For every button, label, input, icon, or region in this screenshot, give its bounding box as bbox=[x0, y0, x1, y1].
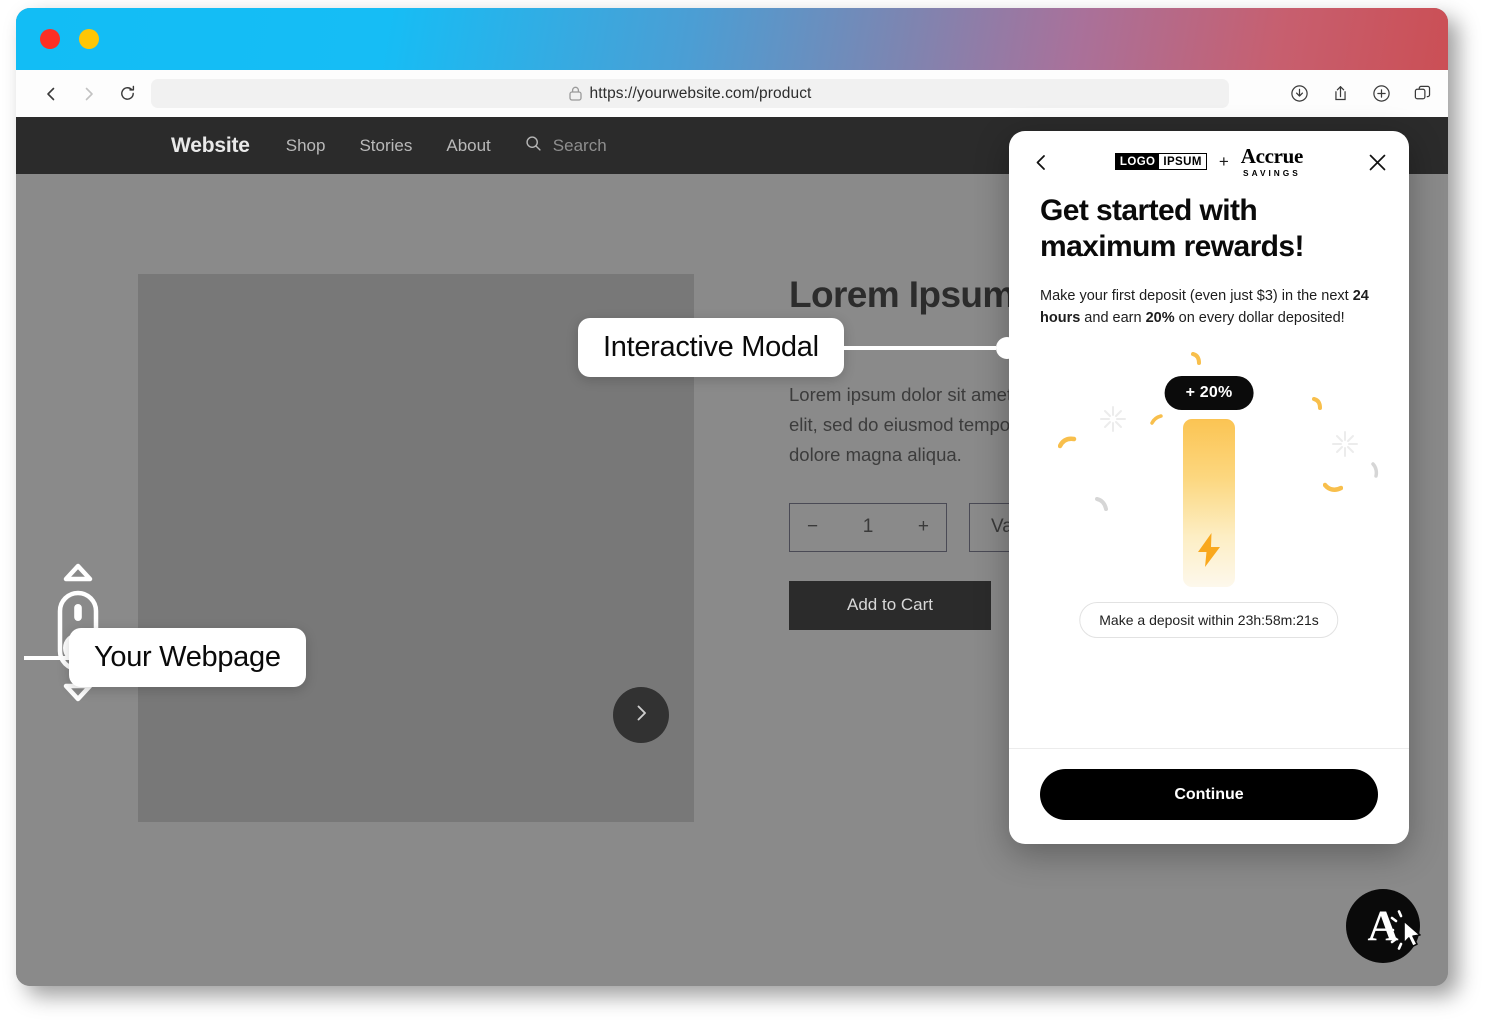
browser-window: https://yourwebsite.com/product Website … bbox=[16, 8, 1448, 986]
traffic-lights bbox=[40, 29, 99, 49]
add-to-cart-button[interactable]: Add to Cart bbox=[789, 580, 991, 630]
rewards-illustration: + 20% Make a deposit within 23h:58m:21s bbox=[1040, 334, 1379, 748]
browser-toolbar: https://yourwebsite.com/product bbox=[16, 70, 1448, 117]
site-search[interactable]: Search bbox=[525, 135, 607, 157]
lightning-bolt-icon bbox=[1194, 532, 1224, 573]
confetti-piece bbox=[1312, 396, 1322, 410]
quantity-value: 1 bbox=[862, 516, 874, 538]
url-text: https://yourwebsite.com/product bbox=[589, 84, 812, 102]
confetti-piece bbox=[1371, 462, 1379, 478]
address-bar[interactable]: https://yourwebsite.com/product bbox=[151, 79, 1229, 108]
browser-nav-buttons bbox=[40, 83, 138, 105]
accrue-logo: Accrue SAVINGS bbox=[1240, 144, 1304, 179]
minimize-window-button[interactable] bbox=[79, 29, 99, 49]
callout-interactive-modal: Interactive Modal bbox=[578, 318, 1018, 377]
callout-your-webpage: Your Webpage bbox=[24, 628, 306, 687]
quantity-stepper[interactable]: − 1 + bbox=[789, 502, 947, 552]
modal-header: LOGO IPSUM + Accrue SAVINGS bbox=[1009, 131, 1409, 193]
modal-title: Get started with maximum rewards! bbox=[1040, 194, 1304, 263]
plus-icon: + bbox=[1218, 151, 1229, 171]
quantity-decrement[interactable]: − bbox=[807, 516, 818, 538]
carousel-next-button[interactable] bbox=[613, 687, 669, 743]
callout-connector-line bbox=[24, 655, 69, 660]
close-window-button[interactable] bbox=[40, 29, 60, 49]
website-viewport: Website Shop Stories About Search 3 Logi… bbox=[16, 117, 1448, 986]
site-nav-links: Shop Stories About bbox=[286, 136, 491, 156]
logo-ipsum-right: IPSUM bbox=[1159, 154, 1206, 170]
tabs-icon[interactable] bbox=[1412, 84, 1432, 104]
reward-badge: + 20% bbox=[1164, 375, 1254, 410]
callout-label: Your Webpage bbox=[69, 628, 306, 687]
sparkle-icon bbox=[1100, 405, 1126, 432]
search-icon bbox=[525, 135, 542, 157]
chevron-right-icon[interactable] bbox=[78, 83, 100, 105]
interactive-modal: LOGO IPSUM + Accrue SAVINGS Get started … bbox=[1009, 131, 1409, 844]
reward-progress-bar bbox=[1183, 418, 1235, 587]
sparkle-icon bbox=[1332, 430, 1358, 457]
chevron-right-icon bbox=[630, 702, 652, 729]
confetti-piece bbox=[1150, 414, 1163, 425]
fixed-position-trigger[interactable]: A bbox=[1346, 889, 1421, 963]
modal-body: Get started with maximum rewards! Make y… bbox=[1009, 193, 1409, 748]
toolbar-right-icons bbox=[1289, 84, 1432, 104]
modal-footer: Continue bbox=[1009, 748, 1409, 844]
search-label: Search bbox=[552, 135, 607, 155]
window-title-bar bbox=[16, 8, 1448, 70]
nav-link-stories[interactable]: Stories bbox=[359, 136, 412, 156]
download-icon[interactable] bbox=[1289, 84, 1309, 104]
nav-link-about[interactable]: About bbox=[446, 136, 490, 156]
nav-link-shop[interactable]: Shop bbox=[286, 136, 326, 156]
continue-button[interactable]: Continue bbox=[1040, 769, 1378, 820]
accrue-logo-tagline: SAVINGS bbox=[1243, 168, 1301, 179]
confetti-piece bbox=[1095, 496, 1108, 511]
share-icon[interactable] bbox=[1330, 84, 1350, 104]
logo-ipsum-left: LOGO bbox=[1115, 154, 1160, 170]
callout-connector-line bbox=[843, 345, 996, 350]
logo-ipsum: LOGO IPSUM bbox=[1114, 153, 1207, 171]
accrue-logo-name: Accrue bbox=[1240, 144, 1304, 169]
close-icon[interactable] bbox=[1362, 147, 1392, 177]
quantity-increment[interactable]: + bbox=[918, 516, 929, 538]
chevron-left-icon[interactable] bbox=[40, 83, 62, 105]
new-tab-icon[interactable] bbox=[1371, 84, 1391, 104]
modal-subtitle: Make your first deposit (even just $3) i… bbox=[1040, 288, 1369, 327]
site-brand[interactable]: Website bbox=[171, 134, 250, 158]
confetti-piece bbox=[1191, 351, 1201, 365]
deposit-timer: Make a deposit within 23h:58m:21s bbox=[1079, 601, 1339, 638]
modal-back-button[interactable] bbox=[1026, 147, 1056, 177]
callout-label: Interactive Modal bbox=[578, 318, 844, 377]
lock-icon bbox=[569, 86, 583, 102]
reload-icon[interactable] bbox=[116, 83, 138, 105]
confetti-piece bbox=[1058, 436, 1077, 449]
callout-connector-dot bbox=[995, 336, 1018, 359]
confetti-piece bbox=[1323, 482, 1343, 492]
cursor-click-icon bbox=[1386, 908, 1433, 959]
modal-logos: LOGO IPSUM + Accrue SAVINGS bbox=[1056, 144, 1362, 179]
